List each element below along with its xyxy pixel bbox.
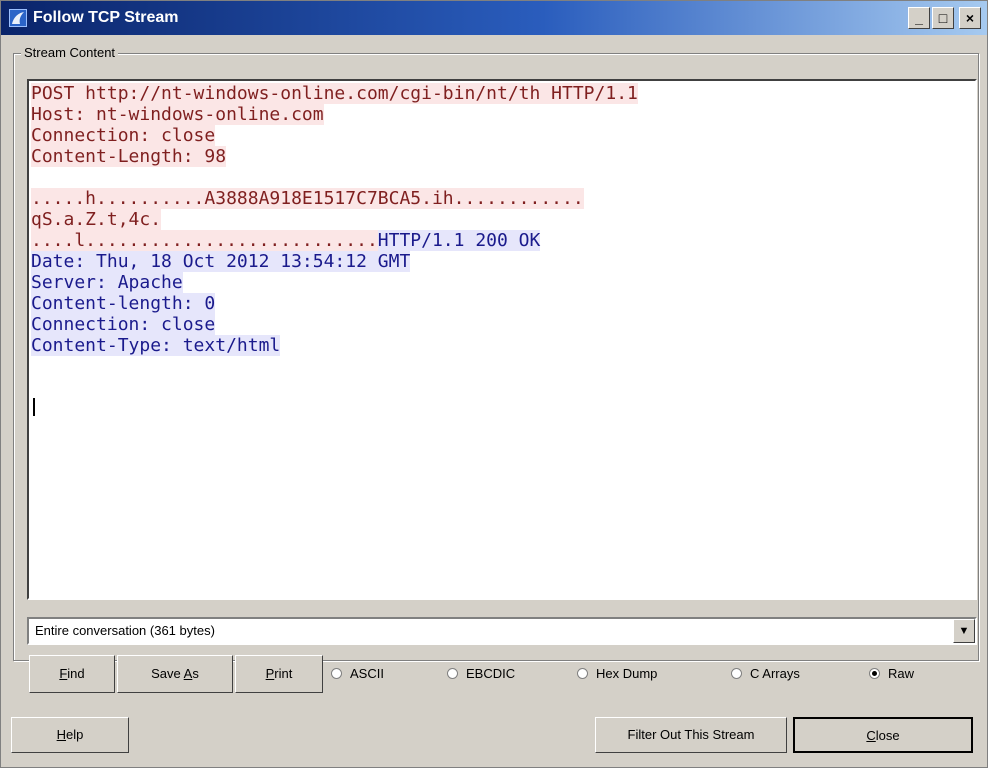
client-text: Connection: close xyxy=(31,125,216,146)
conversation-select-value: Entire conversation (361 bytes) xyxy=(35,623,215,638)
format-label: Hex Dump xyxy=(596,666,658,681)
filter-out-stream-button[interactable]: Filter Out This Stream xyxy=(595,717,787,753)
stream-line: Server: Apache xyxy=(31,272,973,293)
format-label: Raw xyxy=(888,666,915,681)
wireshark-fin-icon xyxy=(9,9,27,27)
stream-line: POST http://nt-windows-online.com/cgi-bi… xyxy=(31,83,973,104)
chevron-down-icon[interactable]: ▼ xyxy=(953,619,975,643)
stream-line: ....l...........................HTTP/1.1… xyxy=(31,230,973,251)
print-label-post: rint xyxy=(274,666,293,681)
print-label-accel: P xyxy=(265,666,275,681)
close-button[interactable]: Close xyxy=(793,717,973,753)
client-text: ....l........................... xyxy=(31,230,378,251)
server-text: Connection: close xyxy=(31,314,216,335)
client-text: POST http://nt-windows-online.com/cgi-bi… xyxy=(31,83,638,104)
radio-icon xyxy=(331,668,342,679)
stream-content-label: Stream Content xyxy=(21,45,119,60)
radio-icon xyxy=(731,668,742,679)
save-as-button[interactable]: Save As xyxy=(117,655,233,693)
server-text: Date: Thu, 18 Oct 2012 13:54:12 GMT xyxy=(31,251,411,272)
stream-line: Content-Length: 98 xyxy=(31,146,973,167)
client-text: Content-Length: 98 xyxy=(31,146,227,167)
format-radio-c-arrays[interactable]: C Arrays xyxy=(731,665,800,683)
follow-tcp-stream-dialog: Follow TCP Stream _ □ × Stream Content P… xyxy=(0,0,988,768)
stream-line: Content-length: 0 xyxy=(31,293,973,314)
format-radio-ebcdic[interactable]: EBCDIC xyxy=(447,665,515,683)
radio-icon xyxy=(577,668,588,679)
radio-selected-icon xyxy=(869,668,880,679)
server-text: HTTP/1.1 200 OK xyxy=(377,230,541,251)
find-button[interactable]: Find xyxy=(29,655,115,693)
stream-line: Connection: close xyxy=(31,125,973,146)
print-button[interactable]: Print xyxy=(235,655,323,693)
stream-line: Host: nt-windows-online.com xyxy=(31,104,973,125)
close-label-accel: C xyxy=(866,728,876,743)
save-as-label-post: s xyxy=(192,666,199,681)
minimize-button[interactable]: _ xyxy=(908,7,930,29)
help-button[interactable]: Help xyxy=(11,717,129,753)
server-text: Content-Type: text/html xyxy=(31,335,281,356)
stream-content-text[interactable]: POST http://nt-windows-online.com/cgi-bi… xyxy=(27,79,977,600)
find-label-post: ind xyxy=(67,666,85,681)
window-title: Follow TCP Stream xyxy=(33,9,179,26)
help-label-accel: H xyxy=(56,727,67,742)
format-radio-hex-dump[interactable]: Hex Dump xyxy=(577,665,657,683)
stream-line: Content-Type: text/html xyxy=(31,335,973,356)
title-bar[interactable]: Follow TCP Stream _ □ × xyxy=(1,1,987,35)
radio-icon xyxy=(447,668,458,679)
format-label: ASCII xyxy=(350,666,384,681)
stream-line: qS.a.Z.t,4c. xyxy=(31,209,973,230)
text-caret xyxy=(33,398,35,416)
conversation-select[interactable]: Entire conversation (361 bytes) ▼ xyxy=(27,617,977,645)
stream-line: .....h..........A3888A918E1517C7BCA5.ih.… xyxy=(31,188,973,209)
format-radio-ascii[interactable]: ASCII xyxy=(331,665,384,683)
client-text: Host: nt-windows-online.com xyxy=(31,104,324,125)
client-text: .....h..........A3888A918E1517C7BCA5.ih.… xyxy=(31,188,584,209)
stream-line: Connection: close xyxy=(31,314,973,335)
server-text: Content-length: 0 xyxy=(31,293,216,314)
client-text: qS.a.Z.t,4c. xyxy=(31,209,162,230)
format-label: C Arrays xyxy=(750,666,800,681)
help-label-post: elp xyxy=(66,727,84,742)
server-text: Server: Apache xyxy=(31,272,183,293)
close-label-post: lose xyxy=(875,728,900,743)
close-window-button[interactable]: × xyxy=(959,7,981,29)
format-label: EBCDIC xyxy=(466,666,516,681)
save-as-label-pre: Save xyxy=(151,666,184,681)
format-radio-raw[interactable]: Raw xyxy=(869,665,914,683)
maximize-button[interactable]: □ xyxy=(932,7,954,29)
stream-line: Date: Thu, 18 Oct 2012 13:54:12 GMT xyxy=(31,251,973,272)
stream-line xyxy=(31,167,973,188)
